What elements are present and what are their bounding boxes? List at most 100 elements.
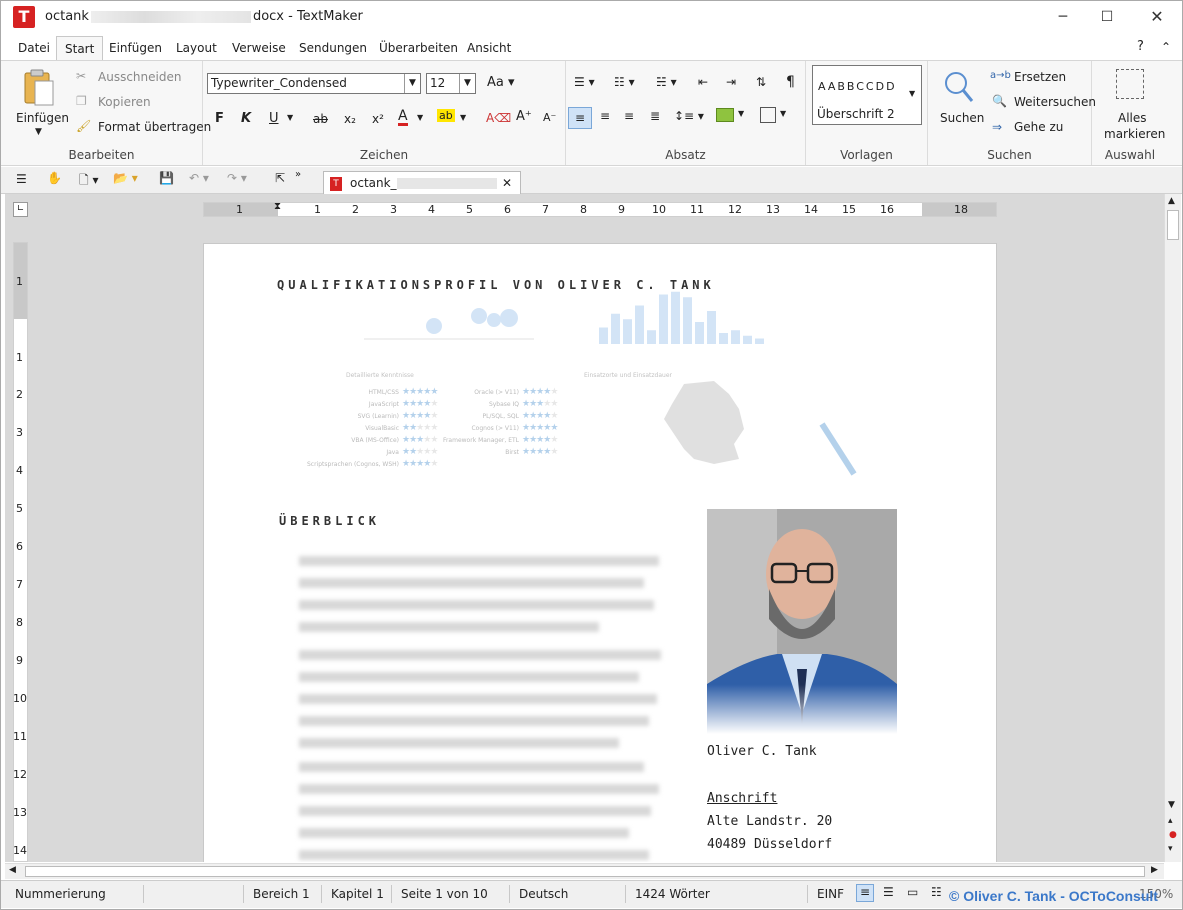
new-document-icon[interactable]: 🗋 ▾ [79,171,99,192]
tab-einfuegen[interactable]: Einfügen [109,41,162,55]
scroll-right-icon[interactable]: ▶ [1151,865,1158,875]
select-all-icon[interactable] [1116,69,1144,99]
font-color-dropdown-icon[interactable]: ▼ [417,113,423,122]
minimize-button[interactable]: ─ [1041,1,1085,33]
document-tab[interactable]: T octank_ ✕ [323,171,521,195]
font-color-icon[interactable]: A [398,109,408,126]
next-page-icon[interactable]: ▾ [1168,844,1173,854]
cut-button[interactable]: Ausschneiden [98,70,181,84]
strikethrough-button[interactable]: ab [313,112,328,126]
multilevel-list-icon[interactable]: ☵ ▾ [656,75,677,89]
maximize-button[interactable]: ☐ [1085,1,1129,33]
goto-button[interactable]: Gehe zu [1014,120,1063,134]
borders-dropdown-icon[interactable]: ▼ [780,109,786,118]
tab-start[interactable]: Start [56,36,104,61]
textmaker-logo-icon[interactable]: T [13,6,35,28]
align-center-icon[interactable]: ≡ [600,109,610,123]
paste-dropdown-icon[interactable]: ▼ [35,127,42,137]
tab-ueberarbeiten[interactable]: Überarbeiten [379,41,458,55]
normal-view-icon[interactable]: ≡ [856,884,874,902]
hscroll-thumb[interactable] [25,866,1145,877]
highlight-dropdown-icon[interactable]: ▼ [460,113,466,122]
line-spacing-icon[interactable]: ↕≡ ▾ [674,109,704,123]
scroll-thumb[interactable] [1167,210,1179,240]
tab-stop-selector[interactable]: ∟ [13,202,28,217]
collapse-ribbon-icon[interactable]: ⌃ [1161,40,1171,54]
document-tab-close-icon[interactable]: ✕ [502,176,512,190]
underline-dropdown-icon[interactable]: ▼ [287,113,293,122]
scissors-icon: ✂ [76,69,87,83]
skill-stars: ★★★★★ [522,435,558,445]
subscript-button[interactable]: x₂ [344,112,356,126]
hand-icon[interactable]: ✋ [47,171,62,185]
justify-icon[interactable]: ≣ [650,109,660,123]
tab-sendungen[interactable]: Sendungen [299,41,367,55]
clear-format-icon[interactable]: A⌫ [486,111,511,125]
italic-button[interactable]: K [241,111,251,126]
font-select[interactable]: Typewriter_Condensed ▼ [207,73,421,94]
styles-dropdown-icon[interactable]: ▼ [909,89,915,98]
shading-dropdown-icon[interactable]: ▼ [738,109,744,118]
highlight-icon[interactable]: ab [437,109,455,122]
browse-object-icon[interactable]: ● [1169,830,1177,840]
tab-verweise[interactable]: Verweise [232,41,286,55]
numbering-icon[interactable]: ☷ ▾ [614,75,635,89]
more-tools-icon[interactable]: » [295,169,301,180]
font-dropdown-icon[interactable]: ▼ [404,74,420,93]
tab-layout[interactable]: Layout [176,41,217,55]
page-view-icon[interactable]: ▭ [907,885,918,899]
status-insert-mode[interactable]: EINF [817,887,844,901]
pilcrow-icon[interactable]: ¶ [786,74,795,90]
indent-decrease-icon[interactable]: ⇤ [698,75,708,89]
tab-datei[interactable]: Datei [18,41,50,55]
horizontal-ruler[interactable]: 1 1 2 3 4 5 6 7 8 9 10 11 12 13 14 15 16… [203,201,997,217]
vertical-ruler[interactable]: 1 1 2 3 4 5 6 7 8 9 10 11 12 13 14 [13,242,28,862]
copy-button[interactable]: Kopieren [98,95,151,109]
select-all-line2[interactable]: markieren [1104,127,1165,141]
search-button[interactable]: Suchen [940,111,984,125]
document-page[interactable]: QUALIFIKATIONSPROFIL VON OLIVER C. TANK … [203,243,997,862]
sort-icon[interactable]: ⇅ [756,75,766,89]
redo-icon[interactable]: ↷ ▾ [227,171,247,185]
vertical-scrollbar[interactable]: ▲ ▼ ▴ ● ▾ [1164,194,1181,862]
shading-icon[interactable] [716,108,734,122]
prev-page-icon[interactable]: ▴ [1168,816,1173,826]
status-language[interactable]: Deutsch [519,887,568,901]
font-size-select[interactable]: 12 ▼ [426,73,476,94]
indent-increase-icon[interactable]: ⇥ [726,75,736,89]
search-icon[interactable] [942,69,974,108]
bold-button[interactable]: F [215,111,224,126]
paste-button[interactable]: Einfügen [16,111,69,125]
open-folder-icon[interactable]: 📂 ▾ [113,171,138,185]
format-painter-button[interactable]: Format übertragen [98,120,211,134]
scroll-left-icon[interactable]: ◀ [9,865,16,875]
size-dropdown-icon[interactable]: ▼ [459,74,475,93]
shrink-font-icon[interactable]: A⁻ [543,111,556,124]
styles-gallery[interactable]: AABBCCDD Überschrift 2 [812,65,922,125]
paste-icon[interactable] [21,69,57,109]
replace-button[interactable]: Ersetzen [1014,70,1066,84]
find-next-button[interactable]: Weitersuchen [1014,95,1096,109]
indent-marker-icon[interactable]: ⧗ [274,201,281,212]
select-all-line1[interactable]: Alles [1118,111,1147,125]
sidebar-toggle-icon[interactable]: ☰ [16,172,27,186]
tab-ansicht[interactable]: Ansicht [467,41,511,55]
superscript-button[interactable]: x² [372,112,384,126]
scroll-down-icon[interactable]: ▼ [1168,800,1175,810]
align-right-icon[interactable]: ≡ [624,109,634,123]
master-page-icon[interactable]: ☷ [931,885,942,899]
outline-view-icon[interactable]: ☰ [883,885,894,899]
bullets-icon[interactable]: ☰ ▾ [574,75,595,89]
align-left-icon[interactable]: ≡ [568,107,592,129]
undo-icon[interactable]: ↶ ▾ [189,171,209,185]
underline-button[interactable]: U [269,111,279,126]
save-icon[interactable]: 💾 [159,171,174,185]
help-icon[interactable]: ? [1137,39,1144,54]
borders-icon[interactable] [760,107,776,123]
pointer-icon[interactable]: ⇱ [275,171,285,185]
scroll-up-icon[interactable]: ▲ [1168,196,1175,206]
horizontal-scrollbar[interactable]: ◀ ▶ [5,863,1164,879]
grow-font-icon[interactable]: A⁺ [516,109,532,124]
change-case-icon[interactable]: Aa ▾ [487,75,515,90]
close-button[interactable]: ✕ [1135,1,1179,33]
